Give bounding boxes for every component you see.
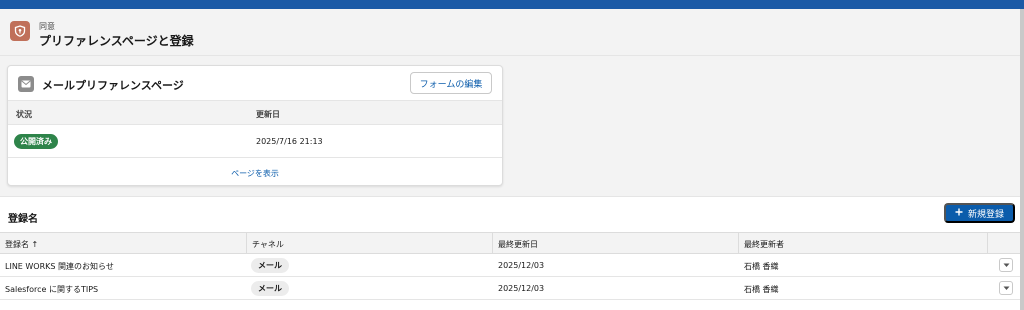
registrations-panel: 登録名 新規登録 登録名 ↑ チャネル 最終更新日 最終更新者 LINE WOR… (0, 196, 1020, 310)
channel-badge: メール (251, 258, 289, 273)
shield-icon (10, 21, 30, 41)
view-page-link[interactable]: ページを表示 (8, 159, 502, 186)
preference-page-card: メールプリファレンスページ フォームの編集 状況 更新日 公開済み 2025/7… (7, 65, 503, 186)
edit-form-button[interactable]: フォームの編集 (410, 72, 492, 94)
updated-date: 2025/7/16 21:13 (256, 137, 323, 146)
table-row: 公開済み 2025/7/16 21:13 (8, 125, 502, 158)
chevron-down-icon (1003, 286, 1009, 290)
column-last-modified[interactable]: 最終更新日 (493, 233, 739, 253)
envelope-icon (18, 76, 34, 92)
page: 同意 プリファレンスページと登録 メールプリファレンスページ フォームの編集 状… (0, 9, 1020, 310)
column-last-modified-by[interactable]: 最終更新者 (739, 233, 988, 253)
page-header: 同意 プリファレンスページと登録 (0, 9, 1020, 56)
column-name[interactable]: 登録名 ↑ (0, 233, 247, 253)
table-row: Salesforce に関するTIPS メール 2025/12/03 石橋 香織 (0, 277, 1020, 300)
registration-name[interactable]: Salesforce に関するTIPS (5, 284, 98, 295)
last-modified-by: 石橋 香織 (744, 285, 779, 294)
top-strip (0, 0, 1024, 9)
card-table-header: 状況 更新日 (8, 100, 502, 125)
column-status: 状況 (16, 110, 32, 119)
column-updated: 更新日 (256, 110, 280, 119)
page-eyebrow: 同意 (39, 22, 55, 31)
last-modified-date: 2025/12/03 (498, 284, 545, 293)
registrations-title: 登録名 (8, 214, 38, 225)
scrollbar-track[interactable] (1020, 9, 1024, 310)
status-badge: 公開済み (14, 134, 58, 149)
row-actions-button[interactable] (999, 281, 1013, 295)
last-modified-by: 石橋 香織 (744, 262, 779, 271)
registrations-table-header: 登録名 ↑ チャネル 最終更新日 最終更新者 (0, 232, 1020, 254)
page-title: プリファレンスページと登録 (39, 34, 194, 48)
chevron-down-icon (1003, 263, 1009, 267)
registration-name[interactable]: LINE WORKS 関連のお知らせ (5, 261, 114, 272)
column-channel[interactable]: チャネル (247, 233, 493, 253)
last-modified-date: 2025/12/03 (498, 261, 545, 270)
new-registration-label: 新規登録 (967, 208, 1004, 219)
channel-badge: メール (251, 281, 289, 296)
row-actions-button[interactable] (999, 258, 1013, 272)
table-row: LINE WORKS 関連のお知らせ メール 2025/12/03 石橋 香織 (0, 254, 1020, 277)
card-title: メールプリファレンスページ (42, 79, 184, 92)
plus-icon (955, 208, 963, 218)
new-registration-button[interactable]: 新規登録 (944, 203, 1015, 223)
